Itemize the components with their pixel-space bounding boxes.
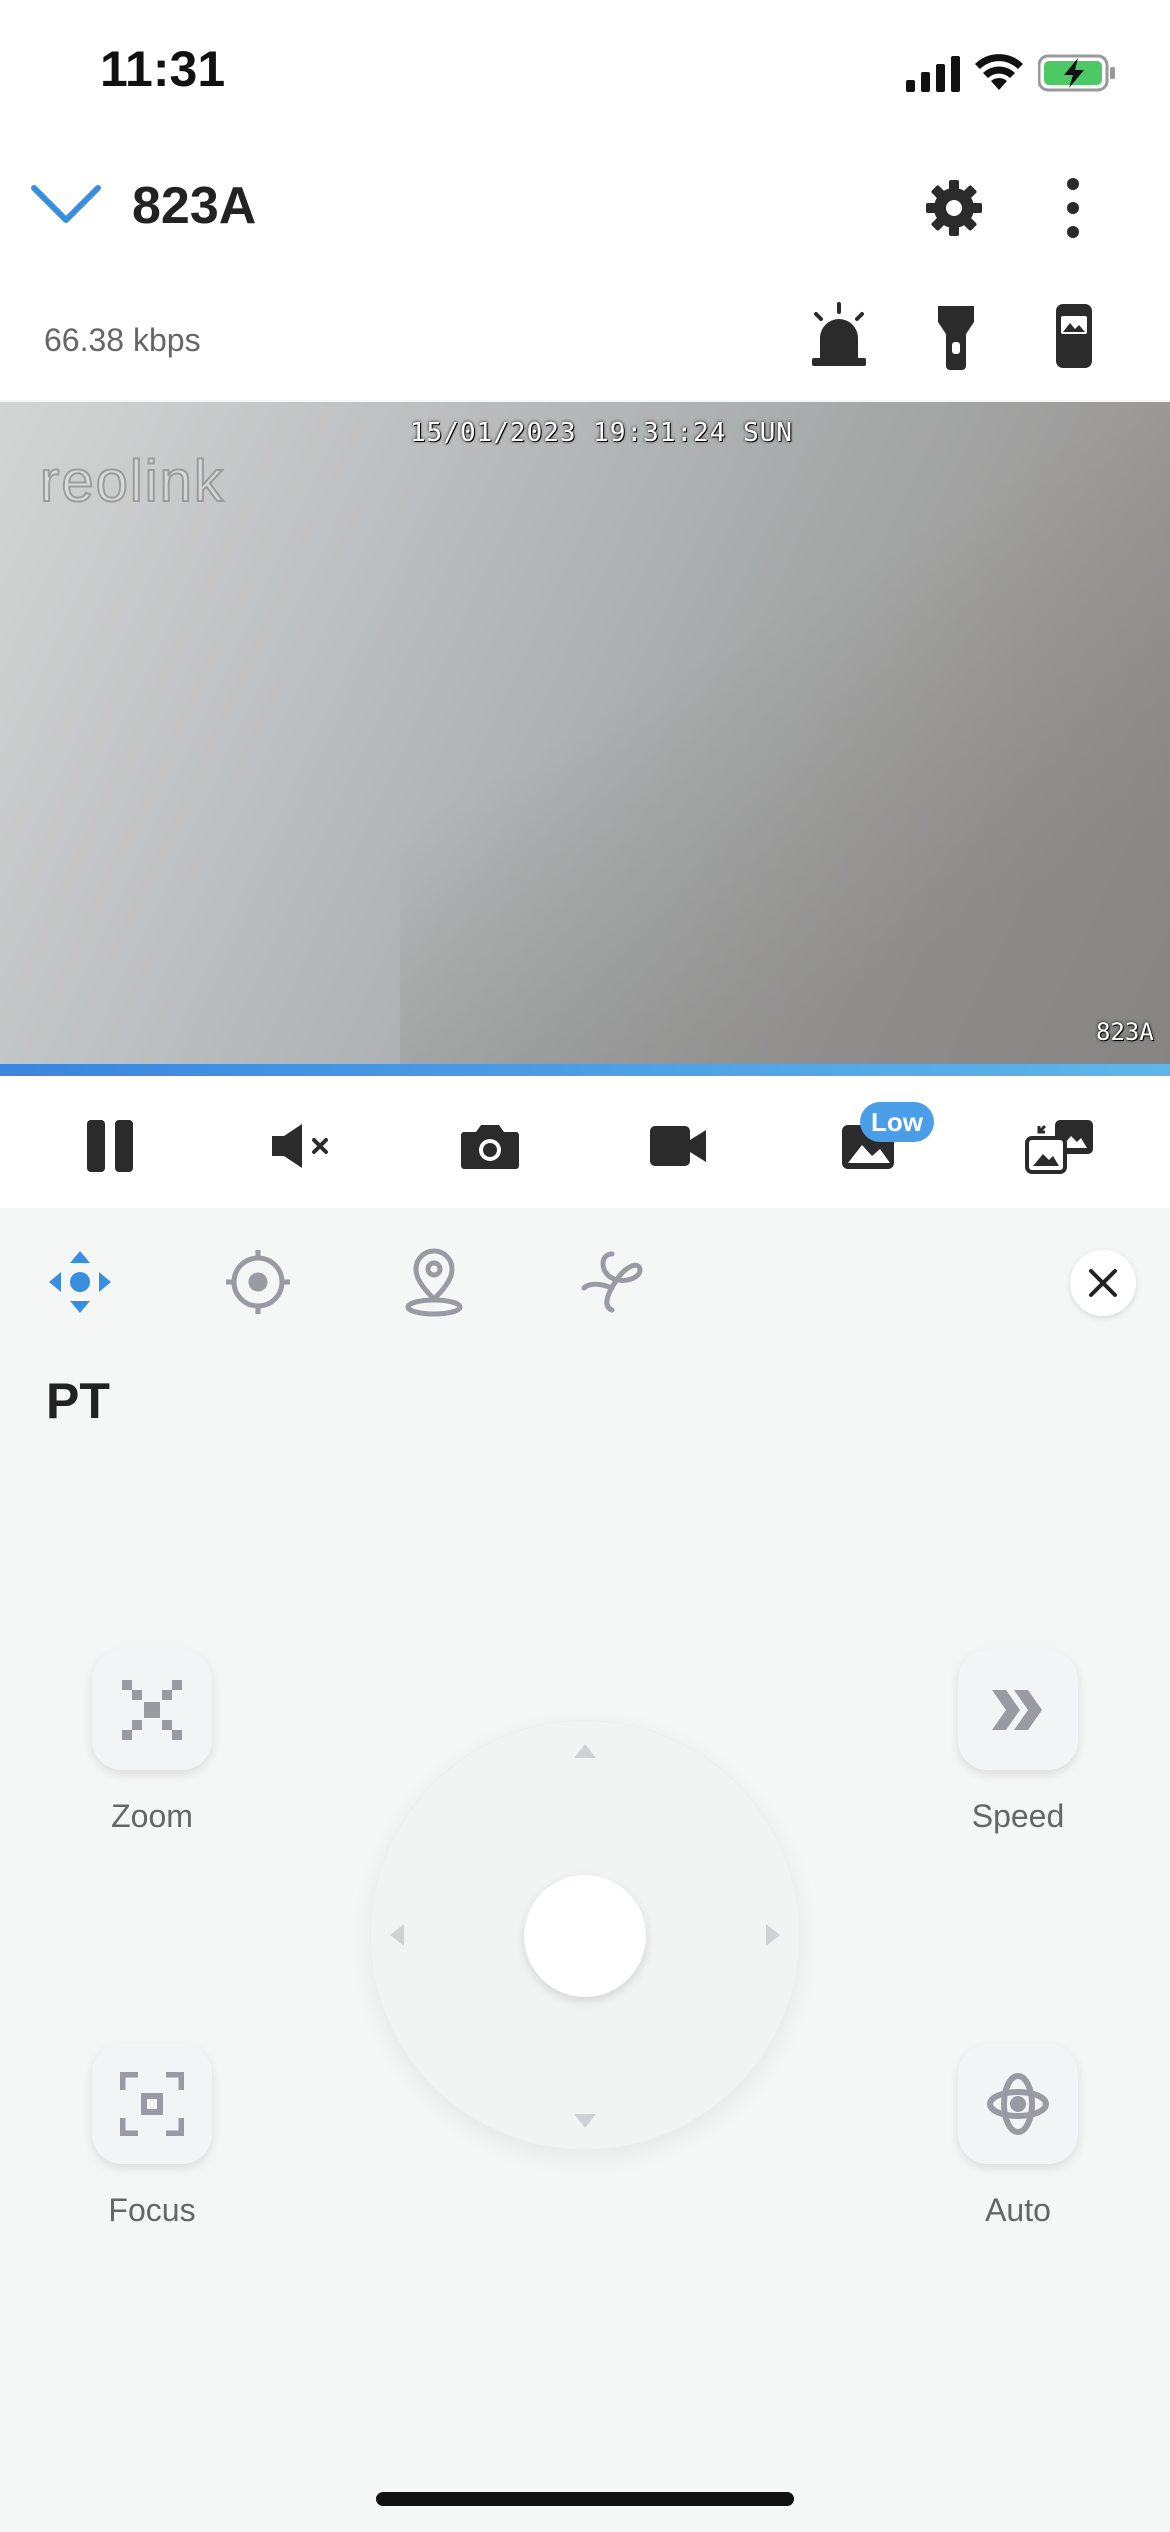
zoom-button[interactable] [92,1650,212,1770]
snapshot-camera-icon[interactable] [450,1106,530,1186]
device-title: 823A [132,177,257,235]
zoom-label: Zoom [111,1798,193,1834]
video-progress-bar [0,1064,1170,1076]
settings-gear-icon[interactable] [924,178,984,243]
tab-pan-tilt[interactable] [40,1242,120,1322]
playback-toolbar [0,1076,1170,1208]
cellular-signal-icon [906,56,962,97]
collapse-chevron-icon[interactable] [30,180,102,233]
wifi-icon [974,52,1024,97]
focus-button[interactable] [92,2044,212,2164]
record-video-icon[interactable] [638,1106,718,1186]
video-camera-name: 823A [1096,1018,1154,1046]
home-indicator [376,2492,794,2506]
focus-label: Focus [108,2192,196,2228]
speed-button[interactable] [958,1650,1078,1770]
close-ptz-button[interactable] [1070,1250,1136,1316]
multi-view-icon[interactable] [1020,1106,1100,1186]
more-vertical-icon[interactable] [1056,176,1090,245]
pause-button[interactable] [70,1106,150,1186]
tab-location-pin[interactable] [394,1242,474,1322]
quality-low-badge: Low [860,1102,934,1142]
mute-speaker-icon[interactable] [262,1106,342,1186]
joystick-knob[interactable] [524,1875,646,1997]
auto-button[interactable] [958,2044,1078,2164]
siren-icon[interactable] [806,302,872,373]
joystick-up-arrow-icon[interactable] [572,1742,598,1765]
auto-label: Auto [985,2192,1051,2228]
joystick-down-arrow-icon[interactable] [572,2112,598,2135]
floodlight-device-icon[interactable] [1054,302,1094,375]
joystick-right-arrow-icon[interactable] [764,1922,782,1953]
tab-preset-target[interactable] [218,1242,298,1322]
tab-patrol-track[interactable] [572,1242,652,1322]
bitrate-text: 66.38 kbps [44,322,201,358]
reolink-watermark: reolink [39,448,225,515]
joystick-left-arrow-icon[interactable] [388,1922,406,1953]
speed-label: Speed [971,1798,1065,1834]
flashlight-icon[interactable] [936,302,976,377]
video-timestamp: 15/01/2023 19:31:24 SUN [410,418,794,448]
status-time: 11:31 [100,41,226,97]
battery-charging-icon [1037,54,1118,97]
ptz-section-title: PT [46,1373,110,1429]
